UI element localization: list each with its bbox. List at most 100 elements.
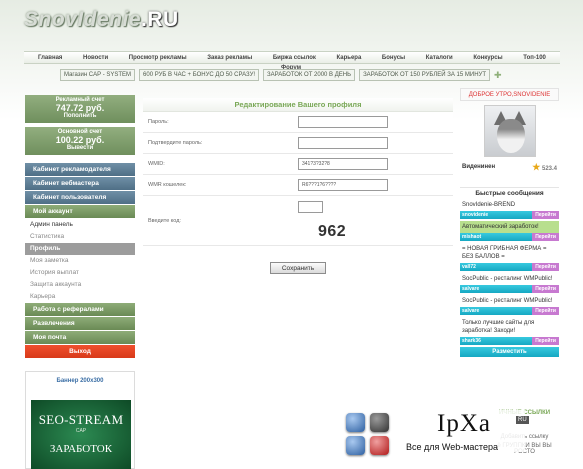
menu-user[interactable]: Кабинет пользователя bbox=[25, 191, 135, 204]
form-row: WMID: bbox=[143, 154, 453, 175]
message-go-button[interactable]: Перейти bbox=[532, 337, 559, 345]
nav-link-exchange[interactable]: Биржа ссылок bbox=[273, 55, 316, 61]
nav-order-ads[interactable]: Заказ рекламы bbox=[207, 55, 252, 61]
message-bar: salvare Перейти bbox=[460, 285, 559, 293]
message-bar: snovidenie Перейти bbox=[460, 211, 559, 219]
withdraw-link[interactable]: Вывести bbox=[25, 145, 135, 151]
captcha-field[interactable] bbox=[298, 201, 323, 213]
captcha-box: 962 bbox=[298, 196, 346, 241]
message-user[interactable]: mishaot bbox=[460, 233, 481, 241]
submenu-career[interactable]: Карьера bbox=[25, 291, 135, 303]
ticker-arrow-icon[interactable]: ✚ bbox=[494, 70, 502, 81]
wmr-label: WMR кошелек: bbox=[148, 182, 187, 188]
nav-news[interactable]: Новости bbox=[83, 55, 108, 61]
submenu-security[interactable]: Защита аккаунта bbox=[25, 279, 135, 291]
main-account-balance: 100.22 руб. bbox=[55, 135, 105, 145]
menu-mail[interactable]: Моя почта bbox=[25, 331, 135, 344]
right-sidebar: ДОБРОЕ УТРО,SNOVIDENIE Виденинен ★ 523.4… bbox=[460, 88, 559, 357]
greeting: ДОБРОЕ УТРО,SNOVIDENIE bbox=[460, 88, 559, 101]
banner-line: CAP bbox=[75, 428, 87, 434]
form-row: Подтвердите пароль: bbox=[143, 133, 453, 154]
wmid-label: WMID: bbox=[148, 161, 165, 167]
message-text: SnovIdenie-BREND bbox=[462, 202, 516, 208]
submenu-payout-history[interactable]: История выплат bbox=[25, 267, 135, 279]
menu-referrals[interactable]: Работа с рефералами bbox=[25, 303, 135, 316]
menu-my-account[interactable]: Мой аккаунт bbox=[25, 205, 135, 218]
message-go-button[interactable]: Перейти bbox=[532, 307, 559, 315]
topup-link[interactable]: Пополнить bbox=[25, 113, 135, 119]
dark-theme-icon[interactable] bbox=[370, 413, 389, 432]
message-text: Автоматический заработок! bbox=[460, 221, 559, 233]
message-bar: mishaot Перейти bbox=[460, 233, 559, 241]
ad-account-balance: 747.72 руб. bbox=[55, 103, 105, 113]
message-user[interactable]: snovidenie bbox=[460, 211, 488, 219]
ticker-ad[interactable]: ЗАРАБОТОК ОТ 150 РУБЛЕЙ ЗА 15 МИНУТ bbox=[359, 69, 491, 81]
main-account-box: Основной счет 100.22 руб. Вывести bbox=[25, 127, 135, 155]
logout-button[interactable]: Выход bbox=[25, 345, 135, 358]
quick-message: = НОВАЯ ГРИБНАЯ ФЕРМА = БЕЗ БАЛЛОВ = val… bbox=[460, 243, 559, 271]
save-button[interactable]: Сохранить bbox=[270, 262, 326, 274]
post-message-button[interactable]: Разместить bbox=[460, 347, 559, 357]
message-text: SocPublic - ресталинг WMPublic! bbox=[462, 298, 553, 304]
submenu-note[interactable]: Моя заметка bbox=[25, 255, 135, 267]
password-label: Пароль: bbox=[148, 119, 169, 125]
ticker-ad[interactable]: 600 РУБ В ЧАС + БОНУС ДО 50 СРАЗУ! bbox=[139, 69, 260, 81]
red-theme-icon[interactable] bbox=[370, 436, 389, 455]
password-field[interactable] bbox=[298, 116, 388, 128]
menu-fun[interactable]: Развлечения bbox=[25, 317, 135, 330]
quick-messages-title: Быстрые сообщения bbox=[460, 187, 559, 199]
user-rating: ★ 523.4 bbox=[532, 162, 557, 173]
avatar[interactable] bbox=[483, 105, 536, 157]
user-name[interactable]: Виденинен bbox=[462, 164, 495, 170]
message-text: Только лучшие сайты для заработка! Заход… bbox=[462, 320, 535, 334]
message-user[interactable]: shark36 bbox=[460, 337, 481, 345]
user-info: Виденинен ★ 523.4 bbox=[460, 161, 559, 173]
form-row: WMR кошелек: bbox=[143, 175, 453, 196]
left-sidebar: Рекламный счет 747.72 руб. Пополнить Осн… bbox=[25, 95, 135, 359]
blue-theme-icon[interactable] bbox=[346, 436, 365, 455]
quick-message: Только лучшие сайты для заработка! Заход… bbox=[460, 317, 559, 345]
captcha-label: Введите код: bbox=[148, 218, 181, 224]
blue-theme-icon[interactable] bbox=[346, 413, 365, 432]
message-text: SocPublic - ресталинг WMPublic! bbox=[462, 276, 553, 282]
color-switcher bbox=[346, 413, 392, 457]
message-go-button[interactable]: Перейти bbox=[532, 263, 559, 271]
wmid-field[interactable] bbox=[298, 158, 388, 170]
message-user[interactable]: salvare bbox=[460, 285, 479, 293]
wolf-head bbox=[496, 119, 525, 153]
message-bar: vall72 Перейти bbox=[460, 263, 559, 271]
watermark-caption: Все для Web-мастера bbox=[406, 442, 498, 452]
star-icon: ★ bbox=[532, 161, 541, 172]
nav-career[interactable]: Карьера bbox=[337, 55, 362, 61]
ticker-ad[interactable]: ЗАРАБОТОК ОТ 2000 В ДЕНЬ bbox=[263, 69, 356, 81]
nav-view-ads[interactable]: Просмотр рекламы bbox=[129, 55, 187, 61]
banner-line: SEO-STREAM bbox=[38, 412, 124, 427]
message-go-button[interactable]: Перейти bbox=[532, 211, 559, 219]
banner-line: ЗАРАБОТОК bbox=[49, 443, 113, 455]
submenu-profile[interactable]: Профиль bbox=[25, 243, 135, 255]
submenu-stats[interactable]: Статистика bbox=[25, 231, 135, 243]
menu-advertiser[interactable]: Кабинет рекламодателя bbox=[25, 163, 135, 176]
ad-account-box: Рекламный счет 747.72 руб. Пополнить bbox=[25, 95, 135, 123]
message-user[interactable]: salvare bbox=[460, 307, 479, 315]
confirm-password-label: Подтвердите пароль: bbox=[148, 140, 203, 146]
wmr-field[interactable] bbox=[298, 179, 388, 191]
ticker-ad[interactable]: Магазин CAP - SYSTEM bbox=[60, 69, 136, 81]
watermark-logo: IpXa bbox=[437, 410, 491, 437]
menu-webmaster[interactable]: Кабинет вебмастера bbox=[25, 177, 135, 190]
confirm-password-field[interactable] bbox=[298, 137, 388, 149]
message-go-button[interactable]: Перейти bbox=[532, 285, 559, 293]
message-user[interactable]: vall72 bbox=[460, 263, 476, 271]
top-nav: Главная Новости Просмотр рекламы Заказ р… bbox=[24, 51, 560, 64]
nav-home[interactable]: Главная bbox=[38, 55, 62, 61]
nav-top100[interactable]: Топ-100 bbox=[523, 55, 546, 61]
nav-catalogs[interactable]: Каталоги bbox=[426, 55, 453, 61]
banner-ad[interactable]: SEO-STREAM CAP ЗАРАБОТОК bbox=[31, 400, 131, 469]
message-go-button[interactable]: Перейти bbox=[532, 233, 559, 241]
site-logo[interactable]: SnovIdenie.RU bbox=[24, 8, 179, 32]
form-title: Редактирование Вашего профиля bbox=[143, 98, 453, 112]
nav-bonuses[interactable]: Бонусы bbox=[382, 55, 405, 61]
banner-block: Баннер 200х300 SEO-STREAM CAP ЗАРАБОТОК bbox=[25, 371, 135, 469]
nav-contests[interactable]: Конкурсы bbox=[473, 55, 502, 61]
submenu-admin[interactable]: Админ панель bbox=[25, 219, 135, 231]
